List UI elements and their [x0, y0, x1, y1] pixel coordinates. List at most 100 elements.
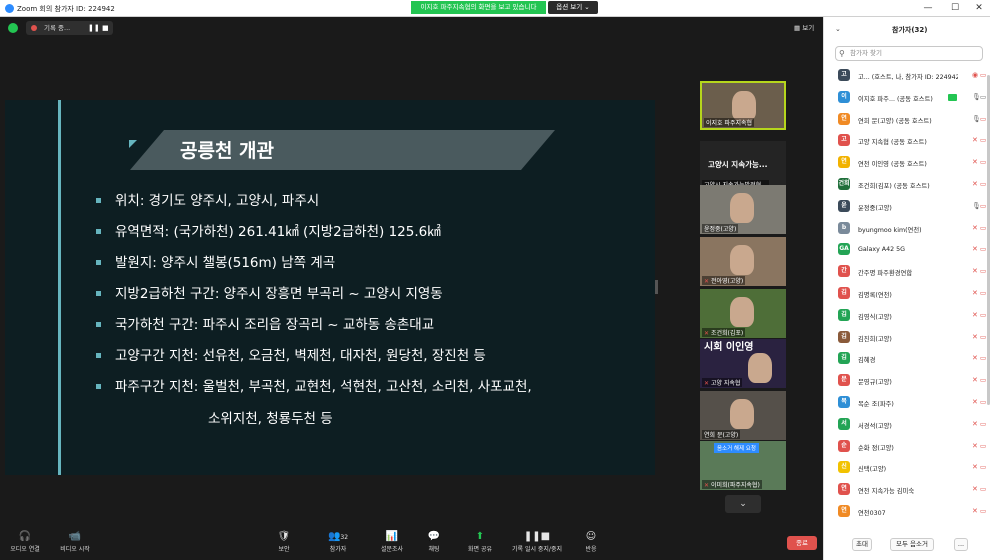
security-button[interactable]: 🛡 보안 — [272, 530, 296, 553]
camera-off-icon[interactable]: ▭ — [980, 398, 986, 406]
camera-off-icon[interactable]: ▭ — [980, 158, 986, 166]
camera-off-icon[interactable]: ▭ — [980, 202, 986, 210]
video-tile[interactable]: 시회 이인영 ✕ 고양 지속협 — [700, 339, 786, 388]
video-tile[interactable]: 이지호 파주지속협 — [700, 81, 786, 130]
camera-off-icon[interactable]: ▭ — [980, 463, 986, 471]
participant-row[interactable]: 신 신택(고양) ✕ ▭ — [824, 457, 990, 479]
participant-row[interactable]: 김 김명록(연천) ✕ ▭ — [824, 283, 990, 305]
participant-row[interactable]: 김 김혜경 ✕ ▭ — [824, 348, 990, 370]
participant-row[interactable]: GA Galaxy A42 5G ✕ ▭ — [824, 239, 990, 261]
video-tile[interactable]: ✕ 전아영(고양) — [700, 237, 786, 286]
participant-row[interactable]: 간 간주명 파주환경연합 ✕ ▭ — [824, 261, 990, 283]
participant-row[interactable]: 윤 윤정중(고양) 🎙 ▭ — [824, 196, 990, 218]
muted-mic-icon[interactable]: ✕ — [972, 245, 978, 253]
muted-mic-icon[interactable]: ✕ — [972, 442, 978, 450]
slide-bullet: 발원지: 양주시 챌봉(516m) 남쪽 계곡 — [95, 254, 655, 285]
camera-off-icon[interactable]: ▭ — [980, 507, 986, 515]
polls-button[interactable]: 📊 설문조사 — [376, 530, 408, 553]
participants-button[interactable]: 👥32 참가자 — [322, 530, 354, 553]
participant-row[interactable]: 이 이지호 파주... (공동 호스트) 🎙 ▭ — [824, 87, 990, 109]
participant-search-input[interactable]: ⚲ 참가자 찾기 — [835, 46, 983, 61]
video-tile-name: ✕ 조건희(김포) — [702, 328, 746, 337]
video-tile[interactable]: 음소거 해제 요청 ✕ 이미희(파주지속협) — [700, 441, 786, 490]
split-view-handle[interactable] — [655, 280, 658, 294]
share-screen-button[interactable]: ⬆ 화면 공유 — [464, 530, 496, 553]
muted-mic-icon[interactable]: ✕ — [972, 507, 978, 515]
participant-row[interactable]: 건희 조건희(김포) (공동 호스트) ✕ ▭ — [824, 174, 990, 196]
video-tile[interactable]: 고양시 지속가능... 고양시 지속가능발전협... — [700, 141, 786, 190]
participant-row[interactable]: 김 김진희(고양) ✕ ▭ — [824, 327, 990, 349]
participant-row[interactable]: 고 고양 지속협 (공동 호스트) ✕ ▭ — [824, 130, 990, 152]
participant-row[interactable]: 서 서경석(고양) ✕ ▭ — [824, 414, 990, 436]
camera-off-icon[interactable]: ▭ — [980, 420, 986, 428]
participant-row[interactable]: 김 김영식(고양) ✕ ▭ — [824, 305, 990, 327]
mute-all-button[interactable]: 모두 음소거 — [890, 538, 934, 551]
muted-mic-icon[interactable]: ✕ — [972, 158, 978, 166]
pause-stop-recording-button[interactable]: ❚❚■ 기록 일시 중지/중지 — [508, 530, 566, 553]
maximize-icon[interactable]: ☐ — [943, 2, 967, 14]
camera-off-icon[interactable]: ▭ — [980, 245, 986, 253]
muted-mic-icon[interactable]: ✕ — [972, 398, 978, 406]
camera-icon[interactable]: ▭ — [980, 93, 986, 101]
headset-icon: 🎧 — [18, 531, 32, 542]
participant-row[interactable]: 연 연천 지속가능 김미숙 ✕ ▭ — [824, 479, 990, 501]
recording-dot-icon — [31, 25, 37, 31]
view-layout-button[interactable]: ▦ 보기 — [794, 22, 814, 32]
unmute-request-caption[interactable]: 음소거 해제 요청 — [714, 443, 759, 453]
muted-mic-icon[interactable]: ✕ — [972, 485, 978, 493]
chat-button[interactable]: 💬 채팅 — [422, 530, 446, 553]
participant-row[interactable]: 고 고... (호스트, 나, 참가자 ID: 224942) ◉ ▭ — [824, 65, 990, 87]
video-tile[interactable]: 연희 문(고양) — [700, 391, 786, 440]
invite-button[interactable]: 초대 — [852, 538, 872, 551]
more-options-button[interactable]: ... — [954, 538, 968, 551]
start-video-button[interactable]: 📹 비디오 시작 — [56, 530, 94, 553]
muted-mic-icon[interactable]: ✕ — [972, 136, 978, 144]
camera-off-icon[interactable]: ▭ — [980, 333, 986, 341]
muted-mic-icon[interactable]: ✕ — [972, 289, 978, 297]
chevron-down-icon[interactable]: ⌄ — [835, 25, 841, 33]
reaction-smiley-icon: ☺ — [585, 531, 597, 542]
camera-off-icon[interactable]: ▭ — [980, 289, 986, 297]
camera-off-icon[interactable]: ▭ — [980, 71, 986, 79]
camera-off-icon[interactable]: ▭ — [980, 442, 986, 450]
participant-row[interactable]: 순 순화 정(고양) ✕ ▭ — [824, 436, 990, 458]
security-shield-icon[interactable] — [8, 23, 18, 33]
muted-mic-icon[interactable]: ✕ — [972, 180, 978, 188]
close-icon[interactable]: ✕ — [967, 2, 990, 14]
camera-off-icon[interactable]: ▭ — [980, 267, 986, 275]
video-tile[interactable]: 윤정중(고양) — [700, 185, 786, 234]
stop-recording-icon[interactable]: ■ — [102, 21, 109, 35]
muted-mic-icon[interactable]: ✕ — [972, 463, 978, 471]
camera-off-icon[interactable]: ▭ — [980, 485, 986, 493]
end-meeting-button[interactable]: 종료 — [787, 536, 817, 550]
muted-mic-icon[interactable]: ✕ — [972, 333, 978, 341]
participant-row[interactable]: b byungmoo kim(연천) ✕ ▭ — [824, 218, 990, 240]
minimize-icon[interactable]: — — [916, 2, 940, 14]
camera-off-icon[interactable]: ▭ — [980, 311, 986, 319]
muted-mic-icon[interactable]: ✕ — [972, 420, 978, 428]
muted-mic-icon[interactable]: ✕ — [972, 376, 978, 384]
camera-off-icon[interactable]: ▭ — [980, 224, 986, 232]
participant-row[interactable]: 연 연천 이인영 (공동 호스트) ✕ ▭ — [824, 152, 990, 174]
camera-off-icon[interactable]: ▭ — [980, 136, 986, 144]
participant-row[interactable]: 연 연희 문(고양) (공동 호스트) 🎙 ▭ — [824, 109, 990, 131]
slide-bullet-continuation: 소위지천, 청룡두천 등 — [208, 411, 333, 427]
participant-row[interactable]: 문 문영규(고양) ✕ ▭ — [824, 370, 990, 392]
recording-icon[interactable]: ◉ — [972, 71, 978, 79]
muted-mic-icon[interactable]: ✕ — [972, 224, 978, 232]
camera-off-icon[interactable]: ▭ — [980, 115, 986, 123]
muted-mic-icon[interactable]: ✕ — [972, 354, 978, 362]
participant-row[interactable]: 복 복순 조(파주) ✕ ▭ — [824, 392, 990, 414]
thumbnail-scroll-down-button[interactable]: ⌄ — [725, 495, 761, 513]
join-audio-button[interactable]: 🎧 오디오 연결 — [8, 530, 42, 553]
camera-off-icon[interactable]: ▭ — [980, 376, 986, 384]
video-tile[interactable]: ✕ 조건희(김포) — [700, 289, 786, 338]
pause-recording-icon[interactable]: ❚❚ — [88, 21, 100, 35]
reactions-button[interactable]: ☺ 반응 — [580, 530, 602, 553]
view-options-button[interactable]: 옵션 보기 ⌄ — [548, 1, 598, 14]
muted-mic-icon[interactable]: ✕ — [972, 311, 978, 319]
camera-off-icon[interactable]: ▭ — [980, 354, 986, 362]
muted-mic-icon[interactable]: ✕ — [972, 267, 978, 275]
camera-off-icon[interactable]: ▭ — [980, 180, 986, 188]
participant-row[interactable]: 연 연천0307 ✕ ▭ — [824, 501, 990, 523]
